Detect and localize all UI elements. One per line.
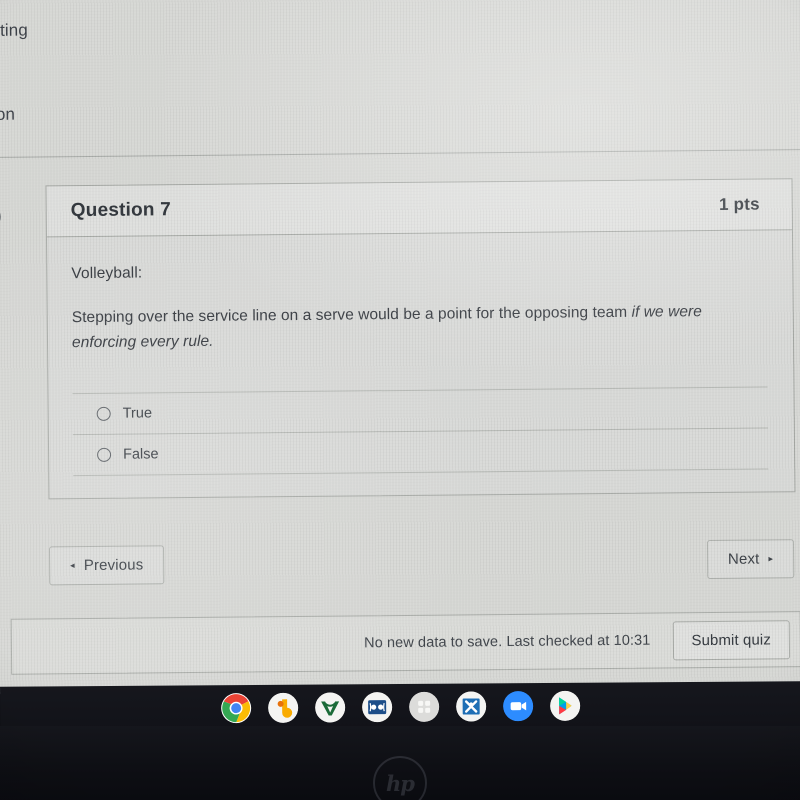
chevron-right-icon: ▸: [768, 553, 774, 564]
answer-option-true[interactable]: True: [72, 386, 768, 435]
green-school-icon[interactable]: [314, 692, 345, 723]
question-points: 1 pts: [718, 194, 760, 214]
submit-quiz-button[interactable]: Submit quiz: [672, 619, 791, 660]
laptop-bezel: hp: [0, 726, 800, 800]
blue-x-icon[interactable]: [455, 691, 486, 722]
next-button[interactable]: Next ▸: [706, 539, 795, 580]
sidebar-item-badminton[interactable]: dminton: [0, 92, 214, 136]
play-store-icon[interactable]: [549, 690, 580, 721]
question-header: Question 7 1 pts: [46, 179, 792, 238]
laptop-screen: ght Lifting eyball dminton + In Question…: [0, 0, 800, 694]
hp-logo: hp: [373, 756, 427, 800]
radio-icon-false[interactable]: [97, 448, 112, 463]
radio-icon-true[interactable]: [96, 407, 111, 422]
content-divider: [0, 148, 800, 159]
question-title: Question 7: [70, 199, 172, 222]
answer-label-true: True: [122, 405, 153, 422]
answer-options: True False: [72, 386, 769, 489]
sidebar-item-volleyball[interactable]: eyball: [0, 50, 214, 94]
question-card: Question 7 1 pts Volleyball: Stepping ov…: [45, 178, 796, 500]
previous-button[interactable]: ◂ Previous: [48, 545, 165, 586]
chrome-icon[interactable]: [220, 693, 251, 724]
answer-label-false: False: [123, 446, 159, 463]
question-flag-icon: [0, 205, 1, 229]
next-button-label: Next: [727, 550, 760, 568]
save-status-bar: No new data to save. Last checked at 10:…: [10, 611, 800, 675]
chevron-left-icon: ◂: [70, 560, 75, 571]
question-text-plain: Stepping over the service line on a serv…: [71, 303, 632, 327]
question-prompt: Volleyball:: [71, 264, 143, 283]
quiz-navigation: ◂ Previous Next ▸: [48, 539, 795, 586]
save-status-text: No new data to save. Last checked at 10:…: [364, 632, 651, 652]
sidebar-item-weight-lifting[interactable]: ght Lifting: [0, 8, 213, 52]
answer-option-false[interactable]: False: [72, 427, 769, 476]
app-yellow-icon[interactable]: [267, 692, 298, 723]
blue-square-icon[interactable]: [361, 692, 392, 723]
question-text: Stepping over the service line on a serv…: [72, 298, 767, 355]
app-launcher-icon[interactable]: [408, 691, 439, 722]
zoom-icon[interactable]: [502, 691, 533, 722]
question-body: Volleyball: Stepping over the service li…: [47, 230, 794, 498]
previous-button-label: Previous: [83, 556, 144, 575]
quiz-sidebar-nav: ght Lifting eyball dminton: [0, 8, 214, 136]
laptop-photo: ght Lifting eyball dminton + In Question…: [0, 0, 800, 800]
